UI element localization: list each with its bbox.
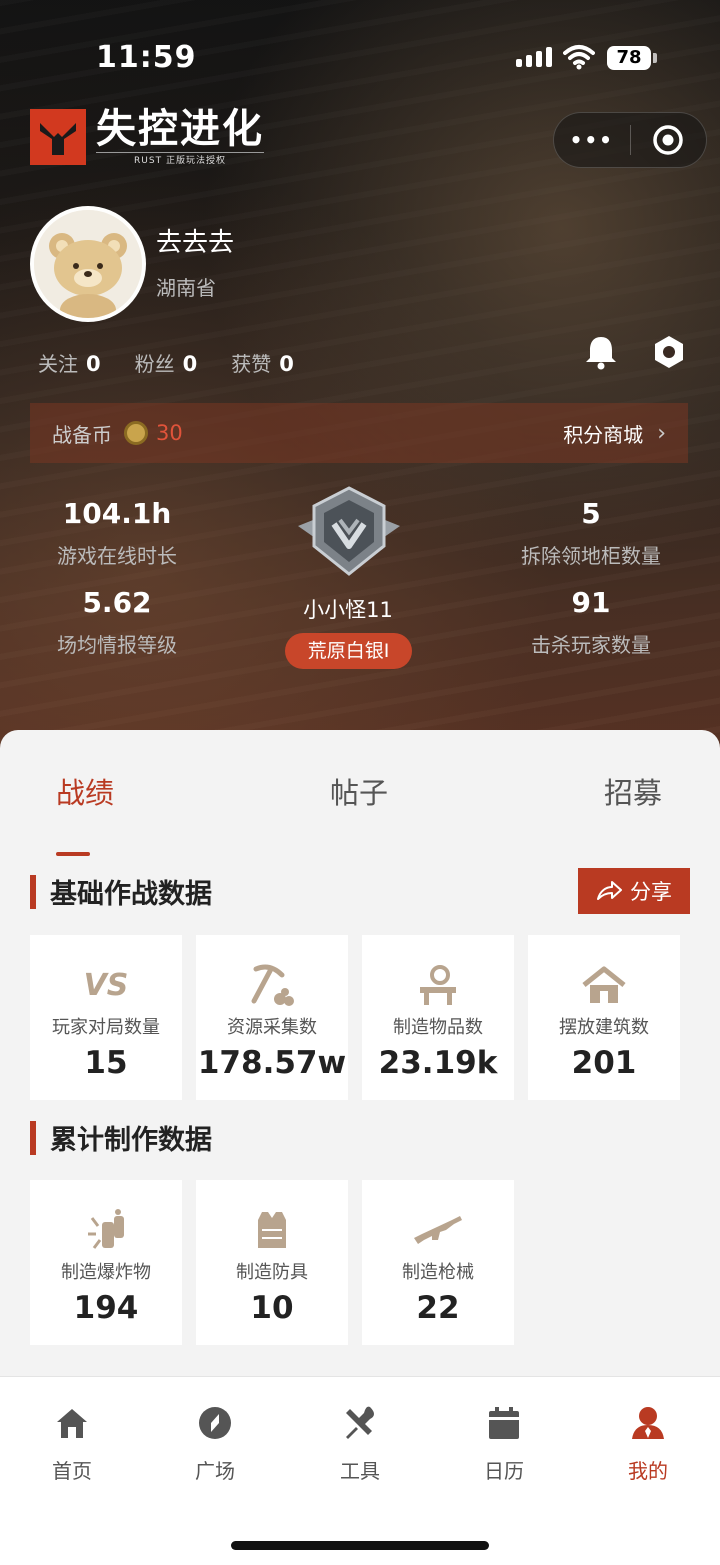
main-panel: 战绩 帖子 招募 基础作战数据 分享 VS 玩家对局数量 15 资源采集数 17…: [0, 730, 720, 1380]
coins-label: 战备币: [52, 422, 112, 447]
battery-icon: 78: [607, 46, 651, 70]
miniprogram-capsule: •••: [553, 112, 707, 168]
player-kills-stat: 91 击杀玩家数量: [531, 586, 651, 657]
nav-calendar[interactable]: 日历: [459, 1403, 549, 1484]
profile-icon: [603, 1403, 693, 1443]
compass-icon: [170, 1403, 260, 1443]
rank-badge: 荒原白银I: [285, 633, 412, 669]
stat-card-crafted: 制造物品数 23.19k: [362, 935, 514, 1100]
fans-count[interactable]: 粉丝 0: [135, 348, 198, 377]
bottom-navigation: 首页 广场 工具 日历 我的: [0, 1376, 720, 1565]
close-target-icon[interactable]: [631, 123, 707, 157]
points-shop-link[interactable]: 积分商城 ›: [563, 419, 666, 448]
stat-card-matches: VS 玩家对局数量 15: [30, 935, 182, 1100]
home-indicator: [231, 1541, 489, 1550]
nav-plaza[interactable]: 广场: [170, 1403, 260, 1484]
tab-posts[interactable]: 帖子: [330, 770, 388, 812]
basic-combat-section-title: 基础作战数据: [30, 872, 212, 911]
stat-card-buildings: 摆放建筑数 201: [528, 935, 680, 1100]
cellular-signal-icon: [516, 47, 552, 67]
logo-title: 失控进化: [96, 106, 264, 152]
share-icon: [597, 881, 622, 900]
share-button[interactable]: 分享: [578, 868, 690, 914]
avatar[interactable]: [30, 206, 146, 322]
settings-gear-icon[interactable]: [651, 334, 687, 374]
notification-bell-icon[interactable]: [584, 334, 618, 374]
stat-card-explosives: 制造爆炸物 194: [30, 1180, 182, 1345]
battery-tip: [653, 53, 657, 63]
user-province: 湖南省: [156, 276, 216, 300]
stat-card-resources: 资源采集数 178.57w: [196, 935, 348, 1100]
intel-level-stat: 5.62 场均情报等级: [57, 586, 177, 657]
rifle-icon: [362, 1208, 514, 1252]
rank-emblem-icon[interactable]: [296, 484, 402, 584]
username: 去去去: [156, 228, 235, 258]
pickaxe-icon: [196, 963, 348, 1007]
online-time-stat: 104.1h 游戏在线时长: [57, 497, 177, 568]
wifi-icon: [563, 44, 595, 74]
house-icon: [528, 963, 680, 1007]
chevron-right-icon: ›: [657, 420, 666, 446]
logo-mark-icon: [30, 109, 86, 165]
stat-card-armor: 制造防具 10: [196, 1180, 348, 1345]
follow-count[interactable]: 关注 0: [38, 348, 101, 377]
calendar-icon: [459, 1403, 549, 1443]
coins-bar: 战备币 30 积分商城 ›: [30, 403, 688, 463]
coins-value: 30: [156, 421, 183, 445]
workbench-icon: [362, 963, 514, 1007]
home-icon: [27, 1403, 117, 1443]
craft-cards: 制造爆炸物 194 制造防具 10 制造枪械 22: [30, 1180, 514, 1345]
coin-icon: [124, 421, 148, 445]
basic-combat-cards: VS 玩家对局数量 15 资源采集数 178.57w 制造物品数 23.19k …: [30, 935, 680, 1100]
nav-tools[interactable]: 工具: [315, 1403, 405, 1484]
status-bar: 11:59 78: [0, 0, 720, 110]
explosive-icon: [30, 1208, 182, 1252]
tab-record[interactable]: 战绩: [56, 770, 114, 812]
active-tab-indicator: [56, 852, 90, 856]
more-icon[interactable]: •••: [554, 128, 630, 152]
vs-icon: VS: [83, 967, 129, 1003]
cabinet-destroyed-stat: 5 拆除领地柜数量: [521, 497, 661, 568]
armor-icon: [196, 1208, 348, 1252]
tab-bar: 战绩 帖子 招募: [0, 770, 720, 856]
stat-card-firearms: 制造枪械 22: [362, 1180, 514, 1345]
nav-home[interactable]: 首页: [27, 1403, 117, 1484]
app-logo: 失控进化 RUST 正版玩法授权: [30, 108, 264, 166]
status-time: 11:59: [96, 40, 197, 75]
tools-icon: [315, 1403, 405, 1443]
likes-count[interactable]: 获赞 0: [231, 348, 294, 377]
craft-section-title: 累计制作数据: [30, 1118, 212, 1157]
nav-mine[interactable]: 我的: [603, 1403, 693, 1484]
tab-recruit[interactable]: 招募: [604, 770, 662, 812]
social-counts: 关注 0 粉丝 0 获赞 0: [38, 348, 294, 377]
game-player-name: 小小怪11: [303, 598, 393, 622]
logo-subtitle: RUST 正版玩法授权: [96, 152, 264, 166]
